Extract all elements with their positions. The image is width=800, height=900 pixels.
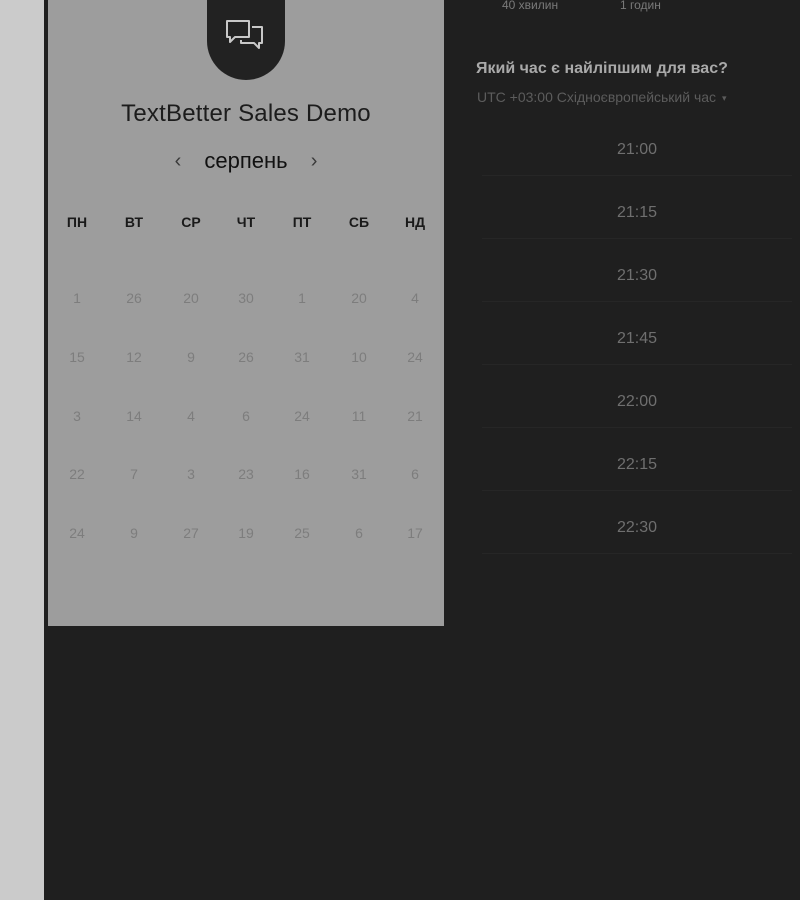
calendar-day[interactable]: 6 <box>390 466 440 482</box>
chat-bubbles-icon <box>226 20 263 49</box>
time-slot-button[interactable]: 22:00 <box>482 377 792 428</box>
calendar-day[interactable]: 20 <box>334 290 384 306</box>
calendar-day[interactable]: 4 <box>390 290 440 306</box>
calendar-day[interactable]: 19 <box>221 525 271 541</box>
calendar-day[interactable]: 20 <box>166 290 216 306</box>
calendar-day[interactable]: 27 <box>166 525 216 541</box>
calendar-day[interactable]: 9 <box>166 349 216 365</box>
chevron-right-icon[interactable]: › <box>304 150 324 173</box>
calendar-day[interactable]: 21 <box>390 408 440 424</box>
calendar-day[interactable]: 1 <box>277 290 327 306</box>
calendar-day[interactable]: 10 <box>334 349 384 365</box>
time-slot-button[interactable]: 21:15 <box>482 188 792 239</box>
time-slot-button[interactable]: 22:15 <box>482 440 792 491</box>
calendar-day[interactable]: 6 <box>334 525 384 541</box>
calendar-day[interactable]: 11 <box>334 408 384 424</box>
calendar-day[interactable]: 26 <box>109 290 159 306</box>
weekday-label: ВТ <box>124 214 144 230</box>
calendar-day[interactable]: 4 <box>166 408 216 424</box>
weekday-label: НД <box>404 214 426 230</box>
month-navigation: ‹ серпень › <box>48 148 444 178</box>
time-slot-button[interactable]: 22:30 <box>482 503 792 554</box>
weekday-header: ПН ВТ СР ЧТ ПТ СБ НД <box>48 214 444 234</box>
calendar-day[interactable]: 23 <box>221 466 271 482</box>
timezone-selector[interactable]: UTC +03:00 Східноєвропейський час ▾ <box>477 89 727 105</box>
calendar-day[interactable]: 31 <box>334 466 384 482</box>
calendar-day[interactable]: 24 <box>277 408 327 424</box>
time-slot-button[interactable]: 21:30 <box>482 251 792 302</box>
weekday-label: СР <box>181 214 201 230</box>
calendar-day[interactable]: 3 <box>166 466 216 482</box>
calendar-day[interactable]: 31 <box>277 349 327 365</box>
timezone-label: UTC +03:00 Східноєвропейський час <box>477 89 717 105</box>
calendar-day[interactable]: 9 <box>109 525 159 541</box>
calendar-day[interactable]: 24 <box>390 349 440 365</box>
calendar-day[interactable]: 24 <box>52 525 102 541</box>
calendar-day[interactable]: 14 <box>109 408 159 424</box>
caret-down-icon: ▾ <box>722 92 727 103</box>
calendar-day[interactable]: 17 <box>390 525 440 541</box>
calendar-day[interactable]: 16 <box>277 466 327 482</box>
calendar-card: TextBetter Sales Demo ‹ серпень › ПН ВТ СР… <box>48 0 444 626</box>
weekday-label: ПН <box>66 214 88 230</box>
duration-option[interactable]: 1 годин <box>620 0 661 12</box>
time-slot-button[interactable]: 21:45 <box>482 314 792 365</box>
calendar-day[interactable]: 6 <box>221 408 271 424</box>
scheduler-page: TextBetter Sales Demo ‹ серпень › ПН ВТ СР… <box>0 0 800 900</box>
calendar-day[interactable]: 3 <box>52 408 102 424</box>
chat-bubbles-logo <box>207 0 285 80</box>
calendar-day[interactable]: 15 <box>52 349 102 365</box>
calendar-day[interactable]: 26 <box>221 349 271 365</box>
left-sidebar-strip <box>0 0 44 900</box>
page-title: TextBetter Sales Demo <box>121 100 371 127</box>
time-selection-panel: 40 хвилин 1 годин Який час є найліпшим д… <box>444 0 800 900</box>
calendar-day[interactable]: 22 <box>52 466 102 482</box>
weekday-label: ПТ <box>292 214 312 230</box>
calendar-day[interactable]: 30 <box>221 290 271 306</box>
weekday-label: СБ <box>348 214 370 230</box>
chevron-left-icon[interactable]: ‹ <box>168 150 188 173</box>
month-label: серпень <box>204 148 288 173</box>
calendar-day[interactable]: 7 <box>109 466 159 482</box>
weekday-label: ЧТ <box>236 214 256 230</box>
calendar-day[interactable]: 1 <box>52 290 102 306</box>
duration-option[interactable]: 40 хвилин <box>502 0 558 12</box>
time-slot-button[interactable]: 21:00 <box>482 125 792 176</box>
time-question-heading: Який час є найліпшим для вас? <box>476 60 728 77</box>
calendar-day[interactable]: 25 <box>277 525 327 541</box>
calendar-day[interactable]: 12 <box>109 349 159 365</box>
